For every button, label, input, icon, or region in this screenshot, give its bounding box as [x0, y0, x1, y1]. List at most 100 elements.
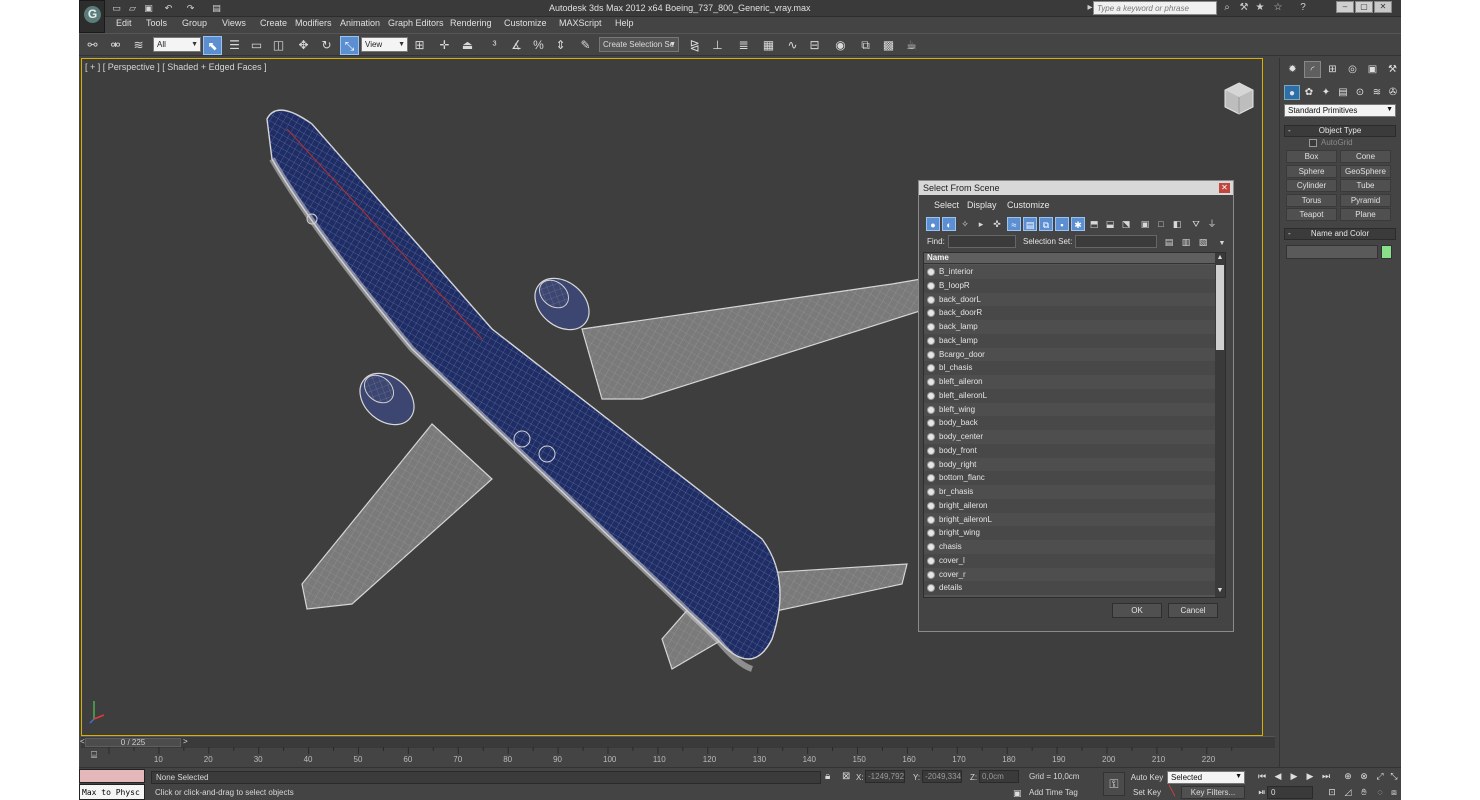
app-menu-button[interactable]: G — [79, 0, 105, 33]
scroll-down-icon[interactable]: ▼ — [1216, 587, 1224, 596]
time-slider[interactable]: 0 / 225 < > — [80, 736, 1275, 747]
window-crossing-icon[interactable]: ◫ — [269, 36, 288, 55]
list-item[interactable]: back_lamp — [924, 320, 1216, 334]
save-file-icon[interactable]: ▣ — [143, 3, 154, 13]
list-item[interactable]: bright_aileronL — [924, 512, 1216, 527]
menu-views[interactable]: Views — [222, 18, 246, 28]
curve-editor-icon[interactable]: ∿ — [783, 36, 802, 55]
geometry-category-icon[interactable]: ● — [1284, 85, 1300, 100]
play-icon[interactable]: ▶ — [1287, 770, 1301, 783]
list-item[interactable]: bright_aileron — [924, 498, 1216, 513]
menu-create[interactable]: Create — [260, 18, 287, 28]
align-icon[interactable]: ⊥ — [708, 36, 727, 55]
autogrid-checkbox[interactable] — [1309, 139, 1317, 147]
geosphere-button[interactable]: GeoSphere — [1340, 165, 1391, 178]
graphite-ribbon-icon[interactable]: ▦ — [759, 36, 778, 55]
teapot-button[interactable]: Teapot — [1286, 208, 1337, 221]
next-frame-icon[interactable]: ▶ — [1303, 770, 1317, 783]
list-item[interactable]: chasis — [924, 540, 1216, 554]
list-item[interactable]: cover_l — [924, 553, 1216, 568]
cylinder-button[interactable]: Cylinder — [1286, 179, 1337, 192]
percent-snap-icon[interactable]: % — [529, 36, 548, 55]
edit-selection-set-icon[interactable]: ▧ — [1196, 235, 1210, 249]
menu-rendering[interactable]: Rendering — [450, 18, 492, 28]
display-none-icon[interactable]: ⬒ — [1087, 217, 1101, 231]
zoom-extents-icon[interactable]: ⤢ — [1373, 770, 1387, 783]
add-time-tag[interactable]: Add Time Tag — [1029, 788, 1078, 797]
display-groups-icon[interactable]: ▤ — [1023, 217, 1037, 231]
list-item[interactable]: Bcargo_door — [924, 347, 1216, 362]
time-tag-icon[interactable]: ▣ — [1013, 788, 1022, 799]
tube-button[interactable]: Tube — [1340, 179, 1391, 192]
name-column-header[interactable]: Name — [924, 253, 1216, 264]
remove-selection-set-icon[interactable]: ▥ — [1179, 235, 1193, 249]
layer-manager-icon[interactable]: ≣ — [734, 36, 753, 55]
hierarchy-tab-icon[interactable]: ⊞ — [1324, 61, 1341, 78]
angle-snap-icon[interactable]: ∡ — [507, 36, 526, 55]
search-input[interactable]: Type a keyword or phrase — [1093, 1, 1217, 15]
menu-help[interactable]: Help — [615, 18, 634, 28]
list-item[interactable]: bright_wing — [924, 526, 1216, 540]
select-none-icon[interactable]: □ — [1154, 217, 1168, 231]
list-item[interactable]: back_doorL — [924, 292, 1216, 307]
set-key-mode-icon[interactable]: ⚿ — [1103, 772, 1125, 796]
scale-icon[interactable]: ⤡ — [340, 36, 359, 55]
collapse-icon[interactable]: ▼ — [1215, 237, 1229, 251]
menu-graph-editors[interactable]: Graph Editors — [388, 18, 444, 28]
list-item[interactable]: bleft_aileron — [924, 375, 1216, 389]
menu-maxscript[interactable]: MAXScript — [559, 18, 602, 28]
list-item[interactable]: body_front — [924, 443, 1216, 458]
rect-selection-icon[interactable]: ▭ — [247, 36, 266, 55]
list-item[interactable]: back_doorR — [924, 306, 1216, 320]
key-filters-button[interactable]: Key Filters... — [1181, 786, 1245, 799]
set-key-button[interactable]: Set Key — [1129, 786, 1165, 799]
help-icon[interactable]: ? — [1297, 2, 1309, 14]
new-file-icon[interactable]: ▭ — [111, 3, 122, 13]
systems-category-icon[interactable]: ✇ — [1385, 85, 1401, 100]
display-lights-icon[interactable]: ✧ — [958, 217, 972, 231]
viewcube-icon[interactable] — [1222, 81, 1256, 117]
list-item[interactable]: body_back — [924, 416, 1216, 430]
named-selection-dropdown[interactable]: Create Selection Se ▼ — [599, 37, 679, 52]
auto-key-button[interactable]: Auto Key — [1129, 771, 1165, 784]
display-bones-icon[interactable]: ▪ — [1055, 217, 1069, 231]
prev-frame-icon[interactable]: ◀ — [1271, 770, 1285, 783]
filter-icon[interactable]: ⏚ — [1205, 217, 1219, 231]
cameras-category-icon[interactable]: ▤ — [1335, 85, 1351, 100]
spinner-snap-icon[interactable]: ⇕ — [551, 36, 570, 55]
material-editor-icon[interactable]: ◉ — [831, 36, 850, 55]
render-setup-icon[interactable]: ⧉ — [856, 36, 875, 55]
airplane-model[interactable] — [162, 79, 962, 699]
current-frame-field[interactable]: 0 — [1267, 786, 1313, 799]
set-key-filter-icon[interactable]: ╲ — [1169, 786, 1175, 797]
list-item[interactable]: body_right — [924, 457, 1216, 472]
edit-named-selection-icon[interactable]: ✎ — [576, 36, 595, 55]
zoom-all-icon[interactable]: ⊗ — [1357, 770, 1371, 783]
list-scrollbar[interactable]: ▲ ▼ — [1215, 253, 1225, 597]
list-item[interactable]: bleft_aileronL — [924, 388, 1216, 403]
goto-start-icon[interactable]: ⏮ — [1255, 770, 1269, 783]
keyboard-shortcut-icon[interactable]: ⏏ — [458, 36, 477, 55]
time-slider-thumb[interactable]: 0 / 225 — [85, 738, 181, 747]
primitive-category-dropdown[interactable]: Standard Primitives ▼ — [1284, 104, 1396, 117]
snaps-toggle-icon[interactable]: ³ — [485, 36, 504, 55]
zoom-icon[interactable]: ⊕ — [1341, 770, 1355, 783]
z-coordinate-field[interactable]: 0,0cm — [979, 770, 1019, 783]
add-selection-set-icon[interactable]: ▤ — [1162, 235, 1176, 249]
menu-edit[interactable]: Edit — [116, 18, 132, 28]
orbit-icon[interactable]: ◌ — [1373, 786, 1387, 799]
mirror-icon[interactable]: ⧎ — [685, 36, 704, 55]
list-item[interactable]: details — [924, 581, 1216, 595]
bind-space-warp-icon[interactable]: ≋ — [129, 36, 148, 55]
ok-button[interactable]: OK — [1112, 603, 1162, 618]
viewport-label[interactable]: [ + ] [ Perspective ] [ Shaded + Edged F… — [85, 62, 267, 72]
dialog-menu-select[interactable]: Select — [934, 200, 959, 210]
pan-icon[interactable]: ✋︎ — [1357, 786, 1371, 799]
list-item[interactable]: bottom_flanc — [924, 471, 1216, 485]
select-by-name-icon[interactable]: ☰ — [225, 36, 244, 55]
menu-tools[interactable]: Tools — [146, 18, 167, 28]
favorites-icon[interactable]: ★ — [1254, 2, 1266, 14]
maxscript-input[interactable]: Max to Physc — [79, 784, 145, 800]
display-shapes-icon[interactable]: ◐ — [942, 217, 956, 231]
render-production-icon[interactable]: ☕ — [902, 36, 921, 55]
